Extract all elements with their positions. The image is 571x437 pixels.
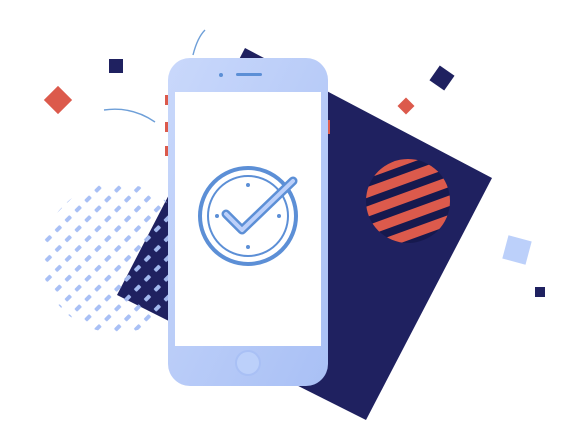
navy-diamond-right bbox=[429, 65, 455, 91]
blue-square-right bbox=[502, 235, 532, 265]
decor-arc-top bbox=[192, 29, 206, 56]
speaker-icon bbox=[236, 73, 262, 76]
illustration-svg bbox=[42, 29, 545, 420]
illustration-canvas bbox=[0, 0, 571, 437]
coral-diamond-small bbox=[397, 97, 415, 115]
navy-square-top bbox=[109, 59, 123, 73]
navy-square-small bbox=[535, 287, 545, 297]
decor-arc-left bbox=[103, 108, 156, 123]
home-button-icon[interactable] bbox=[235, 350, 261, 376]
camera-dot bbox=[219, 73, 223, 77]
coral-diamond-left bbox=[43, 85, 73, 115]
